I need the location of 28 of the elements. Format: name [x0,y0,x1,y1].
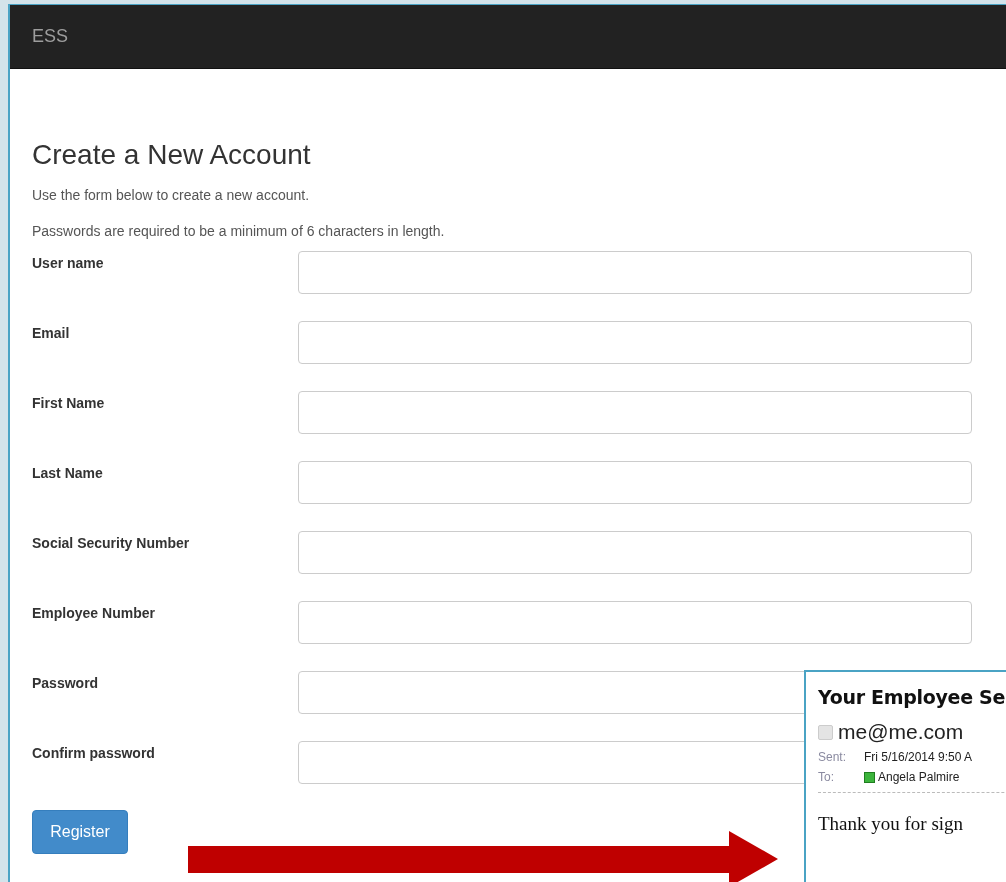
email-subject: Your Employee Se [818,686,1006,708]
intro-text: Use the form below to create a new account. [32,187,311,203]
field-label: Last Name [32,464,104,481]
email-body: Thank you for sign [818,813,965,835]
field-label: Confirm password [32,744,156,761]
input-field[interactable] [298,251,972,294]
field-label: User name [32,254,105,271]
field-label: Employee Number [32,604,156,621]
field-label: Social Security Number [32,534,191,551]
field-label: First Name [32,394,106,411]
to-label: To: [818,770,835,784]
sent-date: Fri 5/16/2014 9:50 A [864,750,974,764]
page-title: Create a New Account [32,139,312,171]
input-field[interactable] [298,601,972,644]
email-sender: me@me.com [838,720,964,744]
password-note: Passwords are required to be a minimum of 6 characters in length. [32,223,446,239]
field-label: Password [32,674,100,691]
status-icon [864,771,875,783]
input-field[interactable] [298,461,972,504]
input-field[interactable] [298,391,972,434]
brand-link[interactable]: ESS [32,26,69,47]
recipient-name: Angela Palmire [878,770,960,784]
input-field[interactable] [298,321,972,364]
field-label: Email [32,324,71,341]
sent-label: Sent: [818,750,848,764]
register-button[interactable]: Register [32,810,128,854]
input-field[interactable] [298,531,972,574]
checkbox-icon [818,724,833,740]
